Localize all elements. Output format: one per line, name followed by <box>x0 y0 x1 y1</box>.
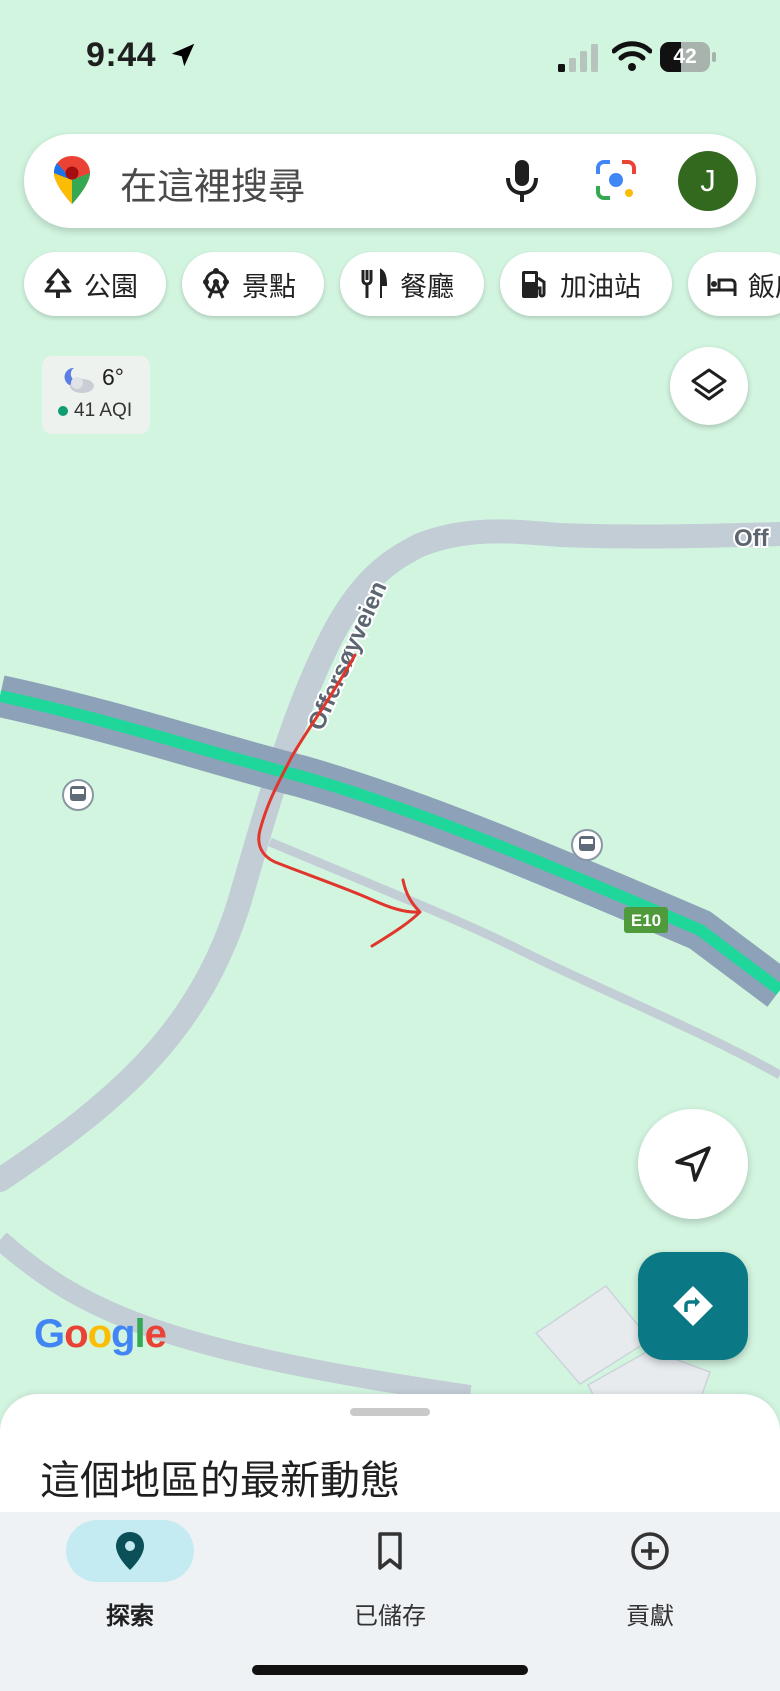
chip-label: 景點 <box>242 271 296 303</box>
my-location-button[interactable] <box>638 1109 748 1219</box>
nav-explore[interactable]: 探索 <box>30 1512 230 1632</box>
chip-label: 公園 <box>84 271 138 303</box>
nav-label: 貢獻 <box>626 1602 674 1630</box>
chip-label: 飯店 <box>748 271 780 303</box>
sheet-handle[interactable] <box>350 1408 430 1416</box>
fork-knife-icon <box>361 268 388 298</box>
chip-attractions[interactable]: 景點 <box>182 252 324 316</box>
nav-label: 探索 <box>106 1602 154 1630</box>
chip-label: 加油站 <box>560 271 641 303</box>
add-circle-icon <box>631 1532 669 1570</box>
bus-stop-icon[interactable] <box>571 829 603 861</box>
mic-icon[interactable] <box>502 158 542 204</box>
aqi-value: 41 AQI <box>74 400 133 421</box>
layers-button[interactable] <box>670 347 748 425</box>
svg-text:E10: E10 <box>631 911 661 930</box>
road-label-off: Off <box>734 525 770 552</box>
battery-icon: 42 <box>660 42 716 72</box>
weather-widget[interactable]: 6° 41 AQI <box>42 356 150 434</box>
chip-restaurants[interactable]: 餐廳 <box>340 252 484 316</box>
search-bar[interactable]: 在這裡搜尋 J <box>24 134 756 228</box>
sheet-title: 這個地區的最新動態 <box>40 1458 400 1504</box>
bottom-sheet[interactable]: 這個地區的最新動態 <box>0 1394 780 1514</box>
layers-icon <box>691 368 727 401</box>
chip-parks[interactable]: 公園 <box>24 252 166 316</box>
lens-icon[interactable] <box>594 158 638 202</box>
bookmark-icon <box>378 1532 402 1570</box>
partly-cloudy-night-icon <box>64 367 94 393</box>
ferris-wheel-icon <box>203 268 229 299</box>
weather-temp: 6° <box>102 364 124 390</box>
wifi-icon <box>612 41 652 71</box>
nav-contribute[interactable]: 貢獻 <box>550 1512 750 1632</box>
nav-label: 已儲存 <box>354 1602 426 1630</box>
chip-label: 餐廳 <box>400 271 454 303</box>
google-logo: Google <box>34 1312 167 1356</box>
battery-level: 42 <box>673 45 697 68</box>
home-indicator[interactable] <box>252 1665 528 1675</box>
explore-pin-icon <box>116 1532 144 1570</box>
nav-saved[interactable]: 已儲存 <box>290 1512 490 1632</box>
bed-icon <box>707 274 737 296</box>
directions-button[interactable] <box>638 1252 748 1360</box>
bus-stop-icon[interactable] <box>62 779 94 811</box>
navigation-arrow-icon <box>675 1146 711 1182</box>
chip-hotels[interactable]: 飯店 <box>688 252 780 316</box>
maps-pin-icon <box>54 156 90 204</box>
highway-shield-e10: E10 <box>624 907 668 933</box>
directions-icon <box>673 1286 713 1326</box>
chip-gas-stations[interactable]: 加油站 <box>500 252 672 316</box>
avatar[interactable]: J <box>678 151 738 211</box>
search-input[interactable]: 在這裡搜尋 <box>120 156 305 210</box>
location-arrow-icon <box>171 43 195 67</box>
aqi-dot <box>58 406 68 416</box>
status-time: 9:44 <box>86 36 157 74</box>
gas-pump-icon <box>522 271 546 298</box>
signal-icon <box>558 44 598 72</box>
tree-icon <box>44 268 72 298</box>
